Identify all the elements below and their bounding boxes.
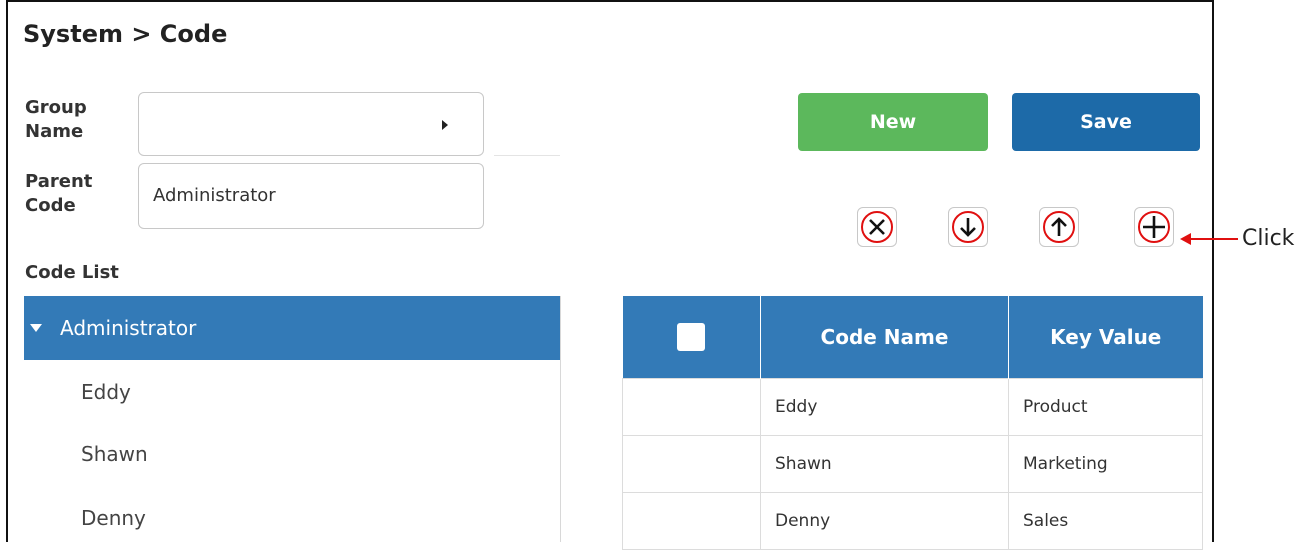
add-icon	[1138, 211, 1170, 243]
grid-header-code-name[interactable]: Code Name	[760, 296, 1009, 379]
row-select-cell[interactable]	[622, 378, 761, 436]
tree-node[interactable]: Eddy	[81, 380, 131, 404]
caret-down-icon[interactable]	[30, 324, 42, 332]
row-select-cell[interactable]	[622, 492, 761, 550]
delete-button[interactable]	[857, 207, 897, 247]
grid-header-key-value[interactable]: Key Value	[1008, 296, 1203, 379]
code-grid: Code Name Key Value Eddy Product Shawn M…	[622, 296, 1203, 550]
row-select-cell[interactable]	[622, 435, 761, 493]
cell-key-value: Sales	[1008, 492, 1203, 550]
parent-code-value: Administrator	[153, 185, 276, 206]
tree-node-label: Administrator	[60, 316, 197, 340]
table-row[interactable]: Shawn Marketing	[622, 435, 1203, 493]
move-down-button[interactable]	[948, 207, 988, 247]
add-button[interactable]	[1134, 207, 1174, 247]
parent-code-label: Parent Code	[25, 171, 93, 216]
cell-code-name: Shawn	[760, 435, 1009, 493]
table-row[interactable]: Denny Sales	[622, 492, 1203, 550]
group-name-label: Group Name	[25, 97, 87, 142]
table-row[interactable]: Eddy Product	[622, 378, 1203, 436]
save-button[interactable]: Save	[1012, 93, 1200, 151]
cell-code-name: Denny	[760, 492, 1009, 550]
parent-code-field[interactable]: Administrator	[138, 163, 484, 229]
cell-code-name: Eddy	[760, 378, 1009, 436]
breadcrumb: System > Code	[23, 20, 228, 48]
grid-header-select[interactable]	[622, 296, 761, 379]
grid-header-row: Code Name Key Value	[622, 296, 1203, 379]
code-list-title: Code List	[25, 262, 119, 283]
cell-key-value: Marketing	[1008, 435, 1203, 493]
tree-node[interactable]: Shawn	[81, 442, 148, 466]
move-up-icon	[1043, 211, 1075, 243]
annotation-label: Click	[1242, 226, 1295, 251]
group-name-select[interactable]	[138, 92, 484, 156]
caret-right-icon	[442, 120, 448, 130]
code-tree: Administrator Eddy Shawn Denny	[24, 296, 561, 542]
divider	[494, 155, 560, 156]
annotation-arrow	[1180, 233, 1238, 245]
tree-node[interactable]: Denny	[81, 506, 146, 530]
move-up-button[interactable]	[1039, 207, 1079, 247]
select-all-checkbox[interactable]	[677, 323, 706, 351]
cell-key-value: Product	[1008, 378, 1203, 436]
delete-icon	[861, 211, 893, 243]
tree-node-root[interactable]: Administrator	[24, 296, 560, 360]
new-button[interactable]: New	[798, 93, 988, 151]
move-down-icon	[952, 211, 984, 243]
